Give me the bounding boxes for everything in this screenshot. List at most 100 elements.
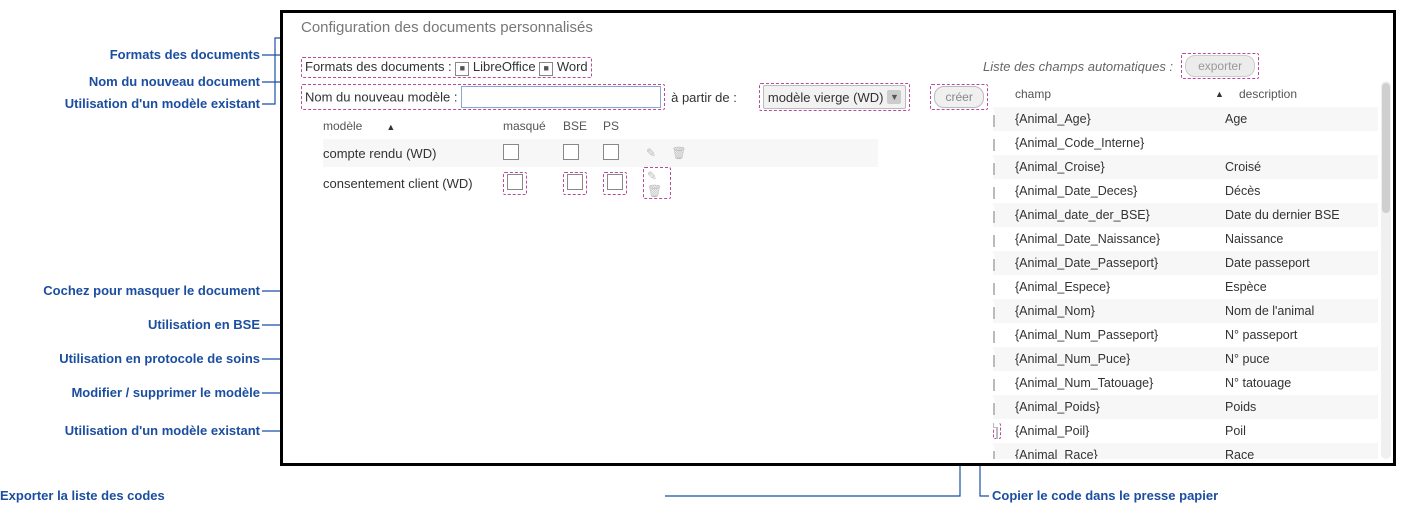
model-name: compte rendu (WD) (323, 146, 503, 161)
delete-icon[interactable]: 🗑 (671, 146, 687, 160)
field-row[interactable]: {Animal_Age}Age (993, 107, 1378, 131)
checkbox-bse[interactable] (567, 174, 583, 190)
field-code: {Animal_Age} (1015, 112, 1225, 126)
checkbox-bse[interactable] (563, 144, 579, 160)
page-icon (993, 447, 995, 459)
chevron-down-icon: ▼ (887, 90, 901, 104)
field-code: {Animal_Espece} (1015, 280, 1225, 294)
page-icon (993, 255, 995, 271)
formats-group: Formats des documents : ■ LibreOffice ■ … (301, 57, 592, 78)
field-code: {Animal_Date_Deces} (1015, 184, 1225, 198)
field-row[interactable]: {Animal_Poids}Poids (993, 395, 1378, 419)
field-desc: Espèce (1225, 280, 1378, 294)
scrollbar-thumb[interactable] (1382, 83, 1390, 213)
field-row[interactable]: {Animal_Num_Passeport}N° passeport (993, 323, 1378, 347)
col-description[interactable]: description (1229, 87, 1378, 101)
field-desc: Age (1225, 112, 1378, 126)
checkbox-word[interactable]: ■ (539, 62, 553, 76)
formats-row: Formats des documents : ■ LibreOffice ■ … (301, 57, 592, 78)
callout-existing2: Utilisation d'un modèle existant (0, 423, 260, 438)
new-model-input[interactable] (461, 86, 661, 108)
field-row[interactable]: {Animal_Num_Puce}N° puce (993, 347, 1378, 371)
field-row[interactable]: {Animal_Date_Passeport}Date passeport (993, 251, 1378, 275)
page-icon (996, 423, 998, 439)
field-row[interactable]: {Animal_date_der_BSE}Date du dernier BSE (993, 203, 1378, 227)
model-source-combo[interactable]: modèle vierge (WD) ▼ (763, 85, 907, 109)
field-row[interactable]: {Animal_Race}Race (993, 443, 1378, 459)
callout-formats: Formats des documents (0, 47, 260, 62)
callout-hide: Cochez pour masquer le document (0, 283, 260, 298)
field-row[interactable]: {Animal_Espece}Espèce (993, 275, 1378, 299)
field-code: {Animal_Num_Puce} (1015, 352, 1225, 366)
field-code: {Animal_Code_Interne} (1015, 136, 1225, 150)
edit-icon[interactable]: ✎ (647, 169, 657, 183)
field-desc: Date passeport (1225, 256, 1378, 270)
fields-scrollbar[interactable] (1381, 81, 1391, 459)
fields-table-head: champ ▲ description (993, 81, 1378, 107)
page-icon (993, 135, 995, 151)
models-table-head: modèle ▲ masqué BSE PS (323, 113, 878, 139)
field-desc: N° puce (1225, 352, 1378, 366)
col-masque[interactable]: masqué (503, 119, 563, 133)
field-row[interactable]: {Animal_Date_Deces}Décès (993, 179, 1378, 203)
callout-export: Exporter la liste des codes (0, 488, 165, 503)
checkbox-libreoffice[interactable]: ■ (455, 62, 469, 76)
field-row[interactable]: {Animal_Num_Tatouage}N° tatouage (993, 371, 1378, 395)
checkbox-masque[interactable] (503, 144, 519, 160)
field-code: {Animal_Poil} (1015, 424, 1225, 438)
format-opt-word: Word (557, 59, 588, 74)
new-model-label: Nom du nouveau modèle : (305, 90, 457, 105)
field-row[interactable]: {Animal_Poil}Poil (993, 419, 1378, 443)
model-name: consentement client (WD) (323, 176, 503, 191)
field-row[interactable]: {Animal_Nom}Nom de l'animal (993, 299, 1378, 323)
fields-header: Liste des champs automatiques : exporter (983, 53, 1259, 79)
table-row: compte rendu (WD) ✎ 🗑 (323, 139, 878, 167)
col-champ[interactable]: champ (1015, 87, 1215, 101)
checkbox-masque[interactable] (507, 174, 523, 190)
field-desc: Naissance (1225, 232, 1378, 246)
page-icon (993, 303, 995, 319)
apartir-label: à partir de : (671, 90, 737, 105)
export-wrap: exporter (1181, 53, 1259, 79)
edit-icon[interactable]: ✎ (643, 146, 659, 160)
combo-wrap: modèle vierge (WD) ▼ (759, 83, 911, 111)
page-icon (993, 351, 995, 367)
page-icon (993, 207, 995, 223)
field-code: {Animal_date_der_BSE} (1015, 208, 1225, 222)
fields-header-label: Liste des champs automatiques : (983, 59, 1173, 74)
callout-bse: Utilisation en BSE (0, 317, 260, 332)
new-model-row: Nom du nouveau modèle : à partir de : mo… (301, 83, 988, 111)
field-desc: Nom de l'animal (1225, 304, 1378, 318)
col-bse[interactable]: BSE (563, 119, 603, 133)
config-panel: Configuration des documents personnalisé… (280, 10, 1396, 466)
field-row[interactable]: {Animal_Code_Interne} (993, 131, 1378, 155)
page-icon (993, 327, 995, 343)
panel-title: Configuration des documents personnalisé… (301, 19, 593, 36)
field-code: {Animal_Nom} (1015, 304, 1225, 318)
col-ps[interactable]: PS (603, 119, 643, 133)
export-button[interactable]: exporter (1185, 55, 1255, 77)
create-button[interactable]: créer (934, 86, 983, 108)
field-code: {Animal_Num_Passeport} (1015, 328, 1225, 342)
checkbox-ps[interactable] (603, 144, 619, 160)
table-row: consentement client (WD) ✎ 🗑 (323, 167, 878, 195)
delete-icon[interactable]: 🗑 (647, 184, 662, 198)
models-table: modèle ▲ masqué BSE PS compte rendu (WD) … (323, 113, 878, 195)
field-row[interactable]: {Animal_Croise}Croisé (993, 155, 1378, 179)
col-modele[interactable]: modèle (323, 119, 362, 133)
formats-label: Formats des documents : (305, 59, 452, 74)
field-desc: Race (1225, 448, 1378, 459)
create-wrap: créer (930, 84, 987, 110)
callout-modify: Modifier / supprimer le modèle (0, 385, 260, 400)
field-desc: Poids (1225, 400, 1378, 414)
page-icon (993, 279, 995, 295)
callout-newdoc: Nom du nouveau document (0, 74, 260, 89)
format-opt-libreoffice: LibreOffice (473, 59, 536, 74)
checkbox-ps[interactable] (607, 174, 623, 190)
field-code: {Animal_Date_Passeport} (1015, 256, 1225, 270)
sort-asc-icon: ▲ (386, 122, 395, 132)
field-code: {Animal_Poids} (1015, 400, 1225, 414)
field-row[interactable]: {Animal_Date_Naissance}Naissance (993, 227, 1378, 251)
page-icon (993, 231, 995, 247)
callout-ps: Utilisation en protocole de soins (0, 351, 260, 366)
